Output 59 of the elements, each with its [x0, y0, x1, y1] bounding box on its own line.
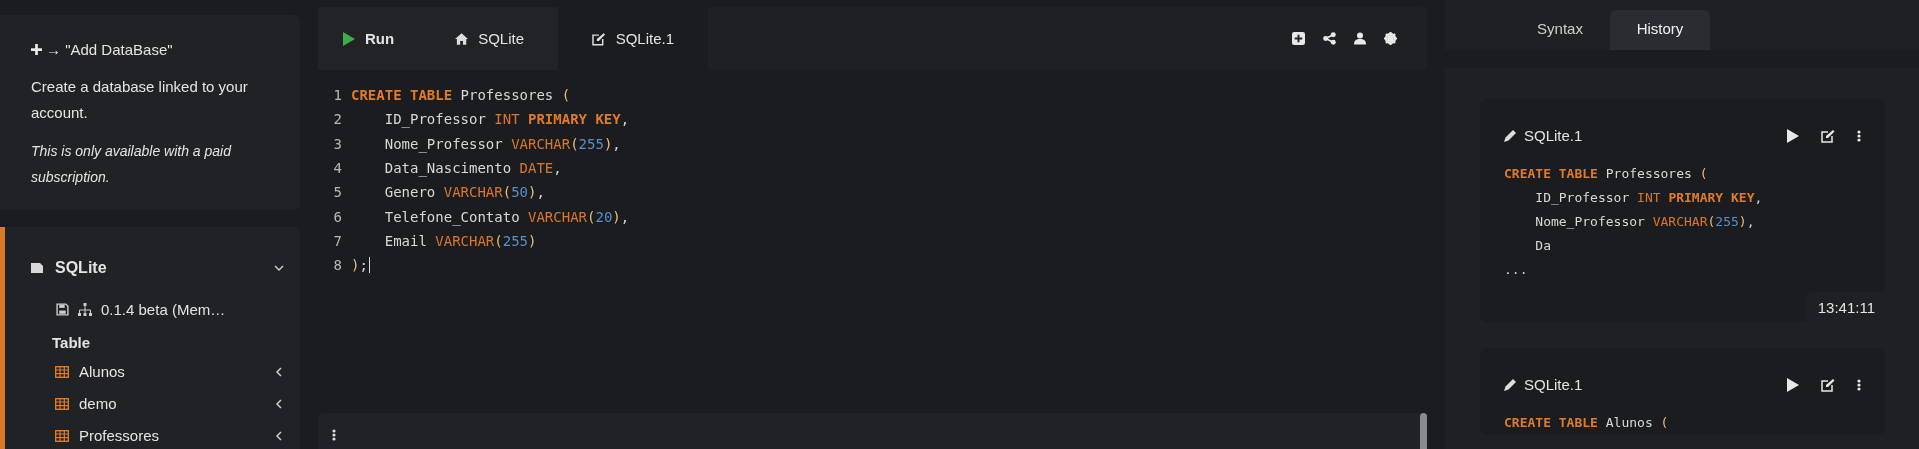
home-icon — [455, 32, 469, 45]
code-line: ... — [1504, 261, 1529, 279]
table-icon — [55, 365, 69, 378]
line-number: 7 — [332, 232, 343, 249]
plus-icon — [31, 44, 42, 55]
scrollbar[interactable] — [1420, 413, 1427, 449]
panel-tab[interactable]: History — [1610, 10, 1710, 50]
code-line: Nome_Professor VARCHAR(255), — [383, 135, 621, 152]
line-number: 5 — [332, 184, 343, 201]
version-text: 0.1.4 beta (Mem… — [101, 301, 226, 318]
database-header[interactable]: SQLite — [31, 259, 288, 277]
line-number: 8 — [332, 257, 343, 274]
play-icon — [343, 31, 355, 46]
save-icon — [56, 303, 69, 316]
code-line: CREATE TABLE Alunos ( — [1504, 414, 1670, 432]
code-line: Da — [1534, 237, 1552, 255]
table-icon — [55, 429, 69, 442]
code-line: ID_Professor INT PRIMARY KEY, — [1534, 189, 1764, 207]
code-line: Genero VARCHAR(50), — [383, 184, 545, 201]
description-text: Create a database linked to your account. — [31, 77, 249, 123]
history-title: SQLite.1 — [1524, 127, 1584, 144]
pencil-icon — [1504, 129, 1516, 142]
kebab-icon[interactable] — [1857, 378, 1861, 391]
code-line: Email VARCHAR(255) — [383, 232, 537, 249]
line-number: 1 — [332, 87, 343, 104]
code-line: CREATE TABLE Professores ( — [351, 87, 571, 104]
code-line: Data_Nascimento DATE, — [383, 160, 562, 177]
editor-tab[interactable]: SQLite.1 — [558, 7, 708, 70]
add-icon[interactable] — [1292, 32, 1305, 45]
edit-icon[interactable] — [1821, 377, 1835, 392]
hierarchy-icon — [78, 302, 92, 317]
play-icon[interactable] — [1787, 128, 1799, 143]
line-number: 3 — [332, 135, 343, 152]
table-item[interactable]: Professores — [31, 415, 288, 447]
line-number: 4 — [332, 160, 343, 177]
code-line: ID_Professor INT PRIMARY KEY, — [383, 111, 630, 128]
code-line: ); — [351, 257, 370, 274]
section-heading: Table — [51, 333, 92, 351]
add-database-label: → "Add DataBase" — [46, 41, 173, 58]
edit-icon — [592, 31, 606, 46]
code-line: CREATE TABLE Professores ( — [1504, 165, 1709, 183]
table-icon — [55, 397, 69, 410]
code-line: Telefone_Contato VARCHAR(20), — [383, 208, 630, 225]
history-title: SQLite.1 — [1524, 376, 1584, 393]
kebab-icon[interactable] — [332, 429, 336, 441]
line-number: 6 — [332, 208, 343, 225]
line-number: 2 — [332, 111, 343, 128]
table-item[interactable]: Alunos — [31, 351, 288, 383]
code-line: Nome_Professor VARCHAR(255), — [1534, 213, 1756, 231]
note-text: This is only available with a paid subscription. — [31, 142, 233, 187]
kebab-icon[interactable] — [1857, 129, 1861, 142]
user-icon[interactable] — [1354, 32, 1366, 45]
pencil-icon — [1504, 378, 1516, 391]
edit-icon[interactable] — [1821, 128, 1835, 143]
table-item[interactable]: demo — [31, 383, 288, 415]
play-icon[interactable] — [1787, 377, 1799, 392]
share-icon[interactable] — [1323, 32, 1336, 45]
panel-tab[interactable]: Syntax — [1510, 10, 1610, 50]
timestamp: 13:41:11 — [1805, 292, 1885, 322]
